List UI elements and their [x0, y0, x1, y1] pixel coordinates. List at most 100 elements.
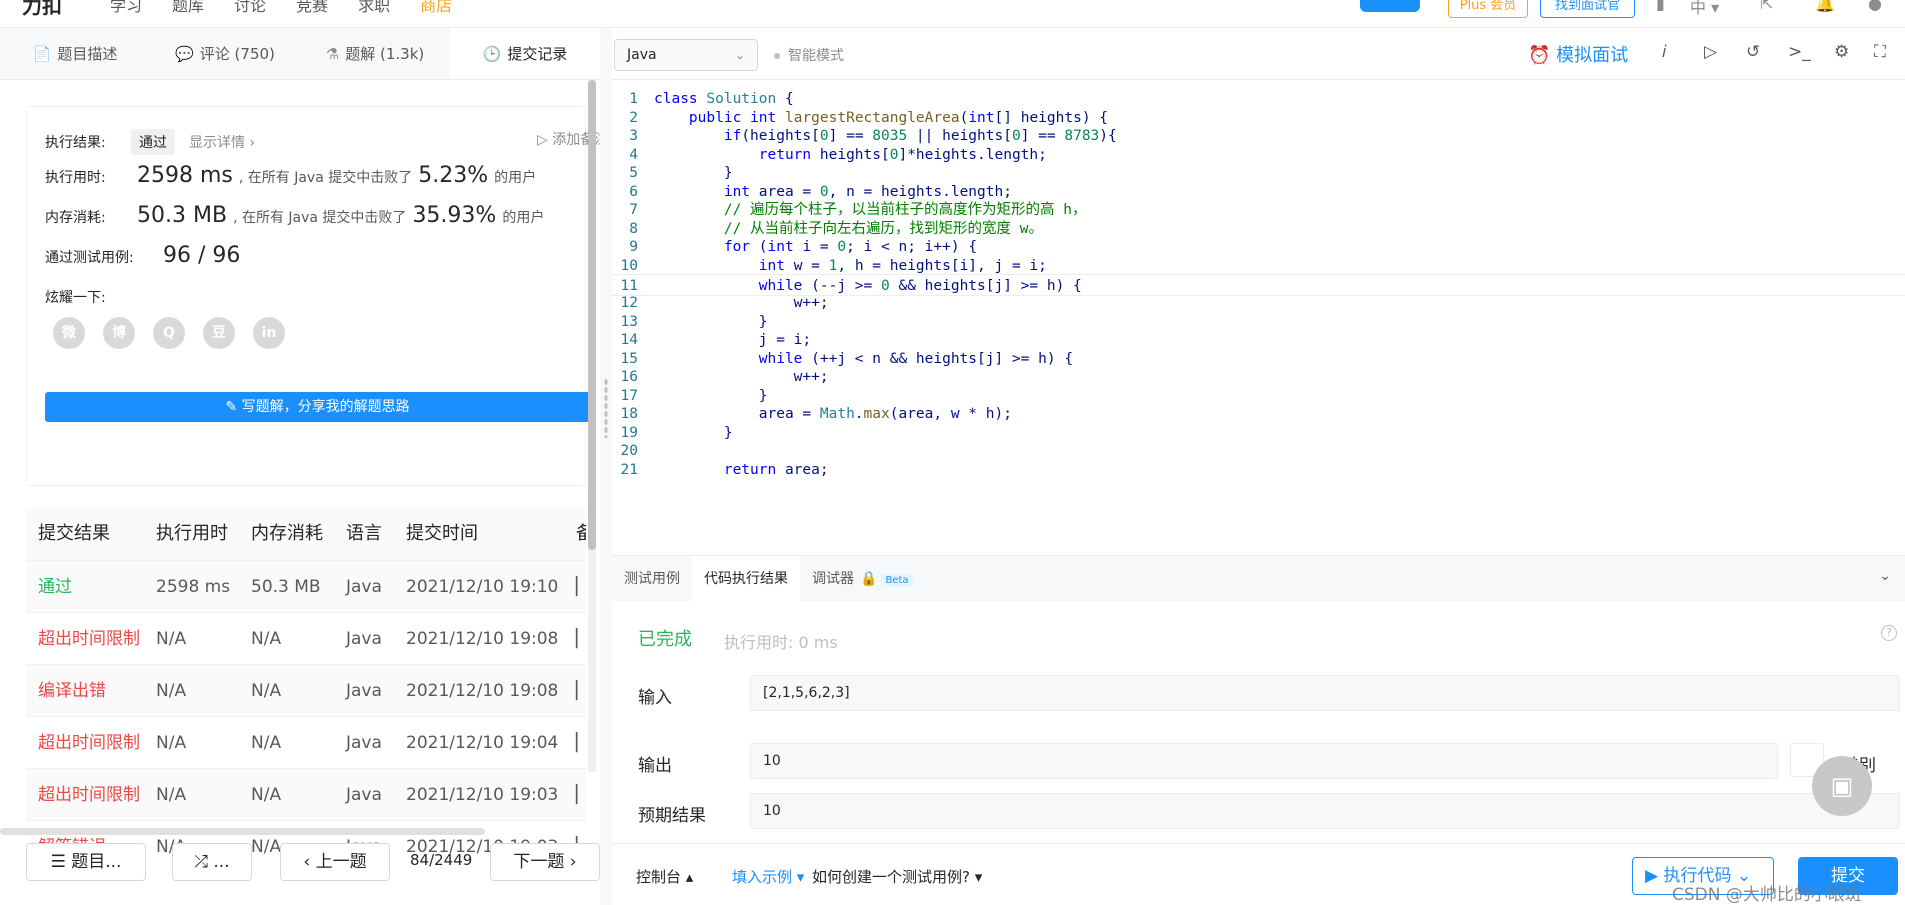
clock-icon: 🕒	[482, 45, 502, 63]
cell-status[interactable]: 超出时间限制	[26, 717, 156, 768]
show-details-link[interactable]: 显示详情 ›	[189, 132, 255, 152]
weibo-icon[interactable]: 博	[103, 317, 135, 349]
problem-list-label: 题目...	[71, 852, 122, 872]
tab-run-result[interactable]: 代码执行结果	[692, 556, 800, 601]
tab-debugger[interactable]: 调试器 🔒 Beta	[800, 556, 925, 601]
left-scrollbar[interactable]	[588, 80, 596, 772]
table-row[interactable]: 超出时间限制 N/A N/A Java 2021/12/10 19:08 ▏	[26, 612, 586, 664]
beta-badge: Beta	[881, 574, 913, 587]
help-icon[interactable]: ?	[1881, 625, 1897, 641]
run-result-panel: 已完成 执行用时: 0 ms ? 输入 [2,1,5,6,2,3] 输出 10 …	[612, 601, 1905, 843]
runtime-row: 执行用时: 2598 ms , 在所有 Java 提交中击败了 5.23% 的用…	[45, 163, 536, 188]
runtime-percent: 5.23%	[418, 163, 489, 188]
play-icon: ▶	[1645, 866, 1664, 886]
share-label: 炫耀一下:	[45, 290, 106, 306]
alarm-icon: ⏰	[1528, 45, 1557, 66]
cell-status[interactable]: 通过	[26, 561, 156, 612]
table-hscrollbar[interactable]	[0, 828, 485, 835]
mock-interview-button[interactable]: ⏰ 模拟面试	[1528, 41, 1628, 67]
next-problem-button[interactable]: 下一题 ›	[490, 843, 600, 881]
cell-note-icon[interactable]: ▏	[576, 665, 586, 716]
tab-testcases[interactable]: 测试用例	[612, 556, 692, 601]
share-icon[interactable]: ⇱	[1760, 0, 1773, 13]
col-status: 提交结果	[38, 523, 110, 544]
cell-runtime: N/A	[156, 733, 187, 753]
reset-icon[interactable]: ↺	[1746, 42, 1760, 62]
panel-resizer[interactable]	[600, 28, 612, 905]
table-row[interactable]: 超出时间限制 N/A N/A Java 2021/12/10 19:04 ▏	[26, 716, 586, 768]
cell-note-icon[interactable]: ▏	[576, 613, 586, 664]
memory-row: 内存消耗: 50.3 MB , 在所有 Java 提交中击败了 35.93% 的…	[45, 203, 544, 228]
bell-icon[interactable]: 🔔	[1815, 0, 1835, 13]
add-note-button[interactable]: ▷ 添加备注	[537, 129, 608, 149]
promo-banner[interactable]	[1360, 0, 1420, 12]
douban-icon[interactable]: 豆	[203, 317, 235, 349]
play-icon[interactable]: ▷	[1704, 42, 1717, 62]
terminal-icon[interactable]: >_	[1788, 42, 1811, 62]
scroll-thumb[interactable]	[588, 80, 596, 550]
nav-discuss[interactable]: 讨论	[234, 0, 266, 16]
cell-runtime: N/A	[156, 629, 187, 649]
chevron-down-icon[interactable]: ⌄	[1879, 568, 1891, 584]
avatar-icon[interactable]: ●	[1868, 0, 1882, 13]
code-editor[interactable]: 1 class Solution {2 public int largestRec…	[612, 80, 1905, 555]
cell-note-icon[interactable]: ▏	[576, 769, 586, 820]
cell-status[interactable]: 超出时间限制	[26, 769, 156, 820]
cell-runtime: 2598 ms	[156, 577, 231, 597]
lock-icon: 🔒	[860, 571, 878, 587]
site-logo[interactable]: 力扣	[22, 0, 62, 19]
problem-list-button[interactable]: ☰ 题目...	[26, 843, 146, 881]
cell-note-icon[interactable]: ▏	[576, 561, 586, 612]
tab-submissions[interactable]: 🕒 提交记录	[450, 28, 600, 79]
nav-store[interactable]: 商店	[420, 0, 452, 16]
tab-label: 题目描述	[57, 45, 118, 63]
fill-example-button[interactable]: 填入示例 ▾	[732, 866, 804, 887]
language-select[interactable]: Java ⌄	[614, 39, 758, 71]
settings-icon[interactable]: ⚙	[1834, 42, 1849, 62]
console-toggle[interactable]: 控制台 ▴	[636, 866, 693, 887]
cell-memory: N/A	[251, 681, 282, 701]
how-to-create-testcase[interactable]: 如何创建一个测试用例? ▾	[812, 866, 982, 887]
memory-percent: 35.93%	[412, 203, 497, 228]
prev-problem-button[interactable]: ‹ 上一题	[280, 843, 390, 881]
problem-position: 84/2449	[410, 851, 473, 869]
runtime-mid-text: , 在所有 Java 提交中击败了	[238, 170, 413, 186]
write-solution-button[interactable]: ✎ 写题解，分享我的解题思路	[45, 392, 590, 422]
shuffle-icon: ⤮	[194, 852, 214, 872]
cell-time: 2021/12/10 19:10	[406, 577, 559, 597]
tab-solutions[interactable]: ⚗ 题解 (1.3k)	[300, 28, 450, 79]
testcases-value: 96 / 96	[163, 243, 241, 268]
tab-description[interactable]: 📄 题目描述	[0, 28, 150, 79]
tab-comments[interactable]: 💬 评论 (750)	[150, 28, 300, 79]
tab-label: 题解 (1.3k)	[345, 45, 425, 63]
drag-handle-icon	[604, 378, 608, 438]
phone-icon[interactable]: ▮	[1656, 0, 1665, 13]
cell-status[interactable]: 超出时间限制	[26, 613, 156, 664]
smart-mode-toggle[interactable]: 智能模式	[774, 45, 844, 65]
linkedin-icon[interactable]: in	[253, 317, 285, 349]
plus-member-button[interactable]: Plus 会员	[1448, 0, 1528, 18]
code-line[interactable]: 21 return area;	[612, 459, 1905, 481]
table-row[interactable]: 通过 2598 ms 50.3 MB Java 2021/12/10 19:10 ▏	[26, 560, 586, 612]
fullscreen-icon[interactable]: ⛶	[1874, 42, 1886, 62]
find-interviewer-button[interactable]: 找到面试官	[1540, 0, 1635, 18]
nav-learn[interactable]: 学习	[110, 0, 142, 16]
tab-label: 提交记录	[507, 45, 568, 63]
language-switch-icon[interactable]: 中 ▾	[1690, 0, 1719, 18]
random-problem-button[interactable]: ⤮ ...	[172, 843, 252, 881]
info-icon[interactable]: 𝑖	[1662, 42, 1667, 62]
prev-label: 上一题	[315, 852, 367, 872]
memory-users: 的用户	[502, 210, 545, 226]
note-fab-icon[interactable]: ▣	[1812, 756, 1872, 816]
qq-icon[interactable]: Q	[153, 317, 185, 349]
code-text: // 从当前柱子向左右遍历，找到矩形的宽度 w。	[723, 220, 1043, 237]
nav-jobs[interactable]: 求职	[358, 0, 390, 16]
wechat-icon[interactable]: 微	[53, 317, 85, 349]
left-panel: 📄 题目描述 💬 评论 (750) ⚗ 题解 (1.3k) 🕒 提交记录 执行结果: 通…	[0, 28, 608, 905]
nav-contest[interactable]: 竞赛	[296, 0, 328, 16]
cell-note-icon[interactable]: ▏	[576, 717, 586, 768]
nav-problems[interactable]: 题库	[172, 0, 204, 16]
cell-status[interactable]: 编译出错	[26, 665, 156, 716]
table-row[interactable]: 超出时间限制 N/A N/A Java 2021/12/10 19:03 ▏	[26, 768, 586, 820]
table-row[interactable]: 编译出错 N/A N/A Java 2021/12/10 19:08 ▏	[26, 664, 586, 716]
